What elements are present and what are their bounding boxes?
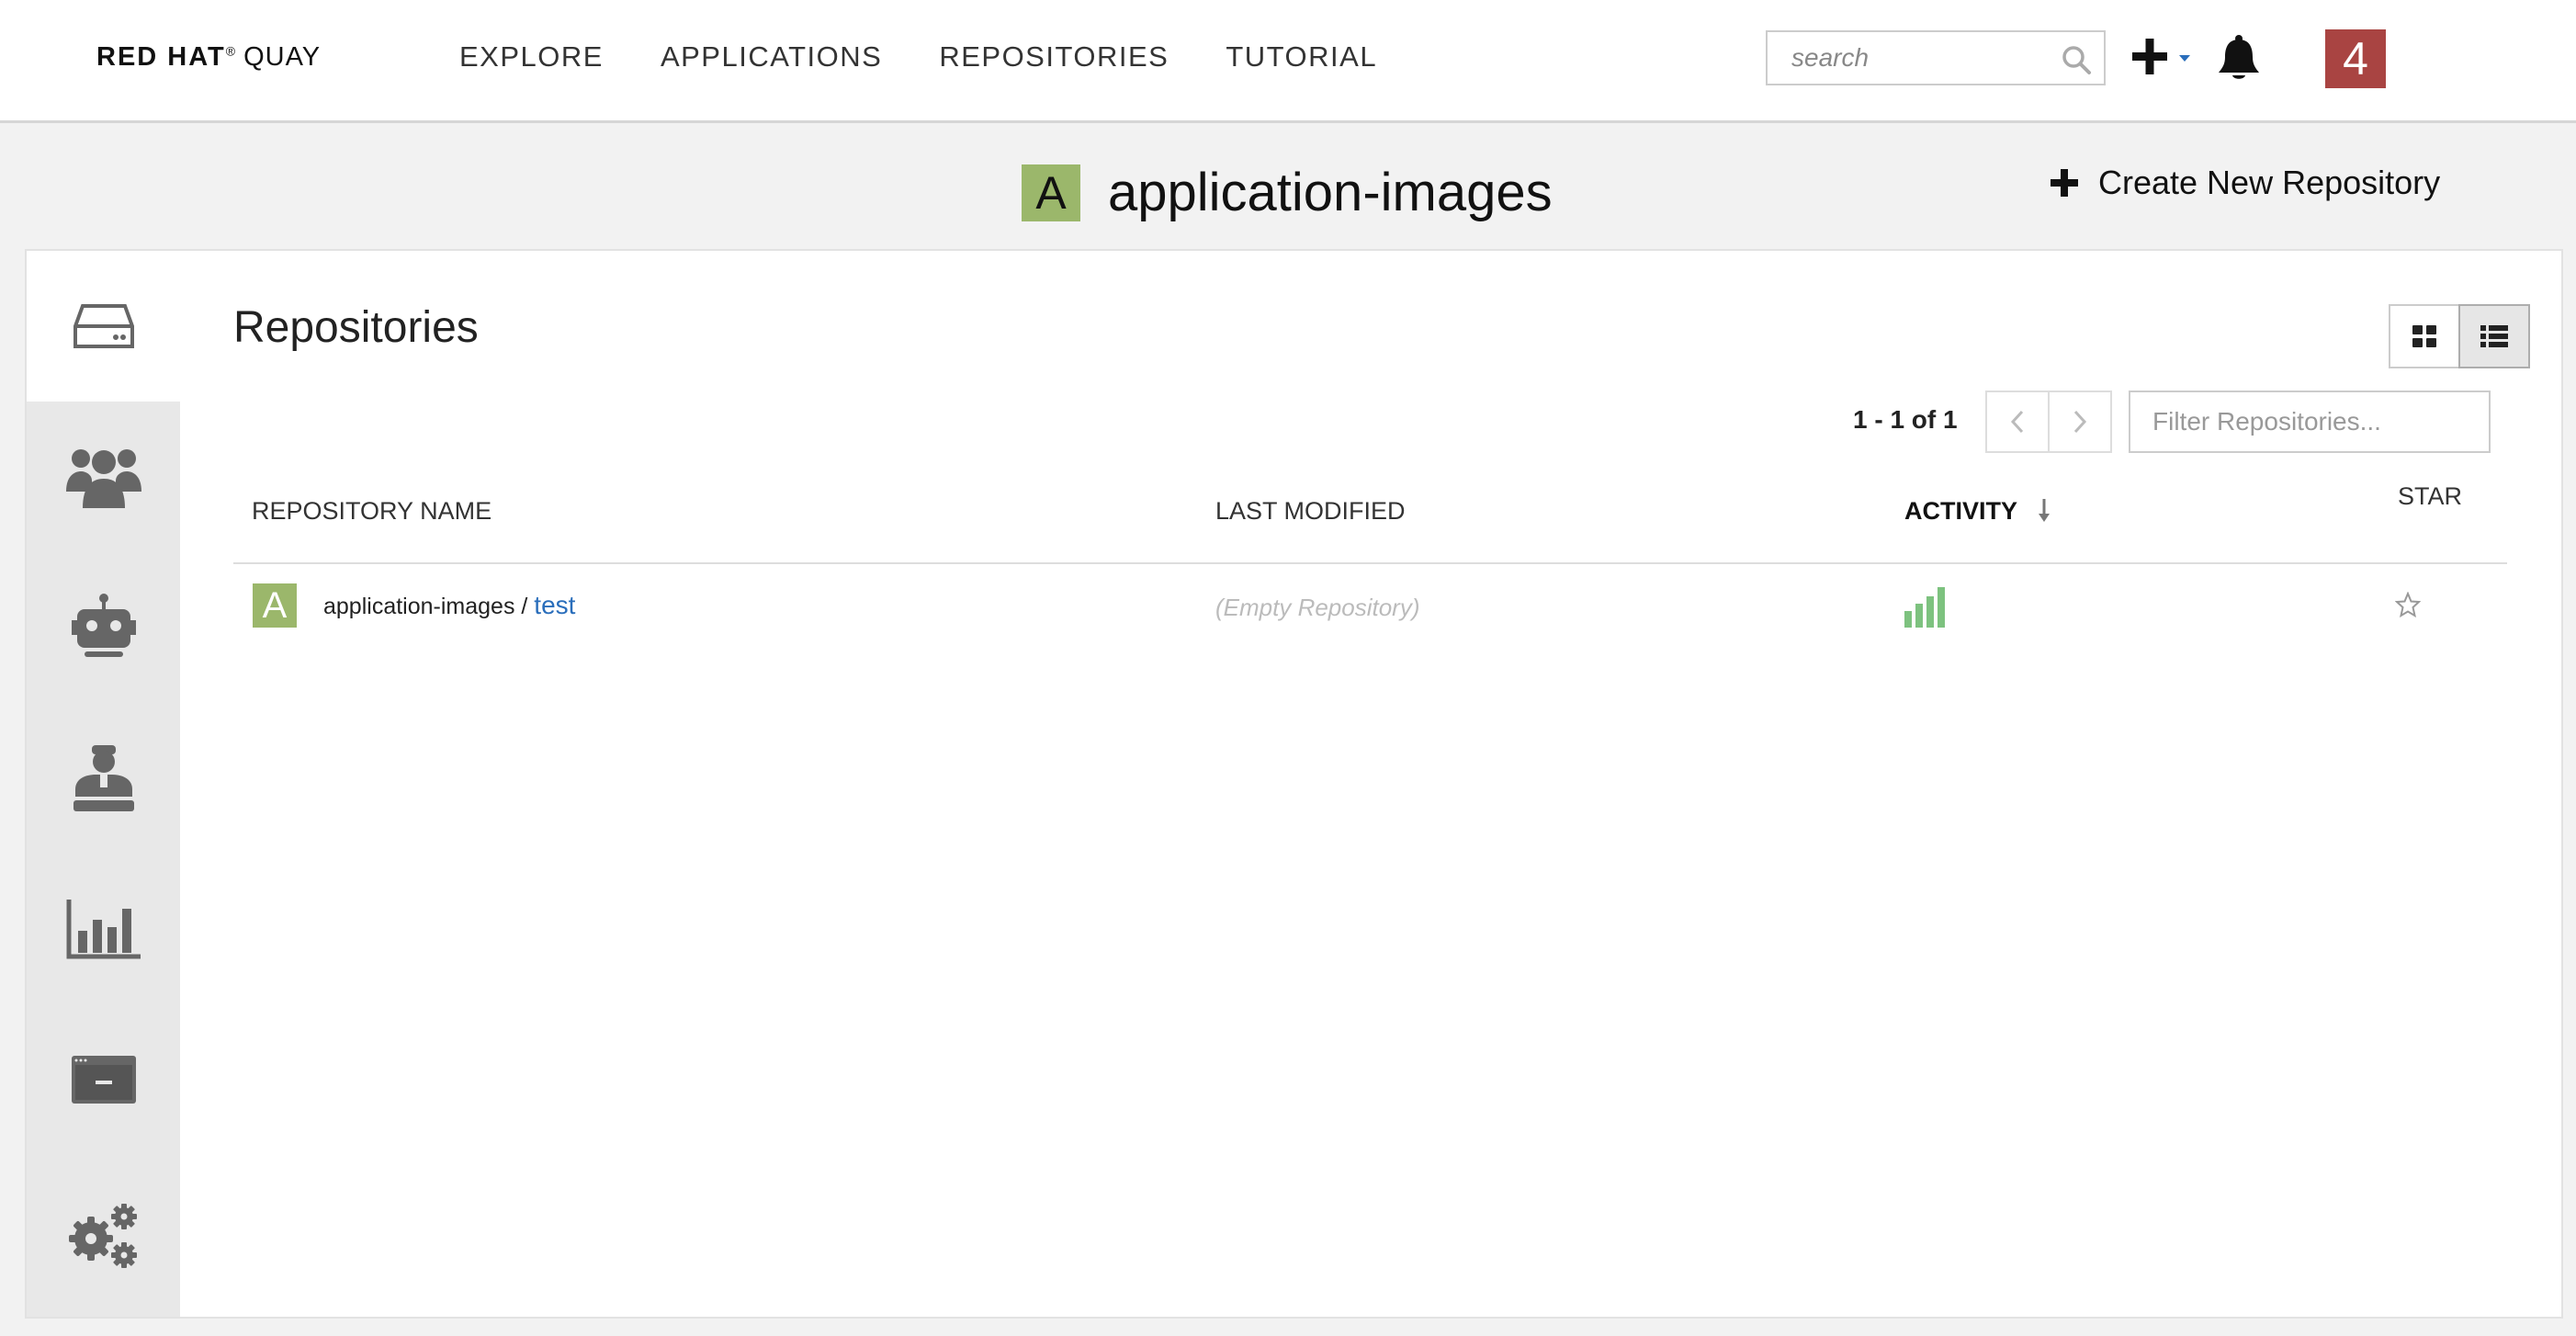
main-nav: EXPLORE APPLICATIONS REPOSITORIES TUTORI… [459, 40, 1377, 74]
create-new-repository-label: Create New Repository [2098, 164, 2441, 201]
filter-repositories [2129, 391, 2491, 453]
bar-chart-icon [66, 900, 141, 959]
plus-icon [2051, 169, 2078, 197]
repo-name: application-images / test [323, 591, 575, 620]
bell-icon [2219, 35, 2259, 79]
filter-repositories-input[interactable] [2130, 392, 2489, 451]
activity-level [1904, 585, 1949, 632]
repo-namespace-avatar: A [253, 583, 297, 628]
tab-default-permissions[interactable] [27, 703, 180, 854]
column-header-last-modified[interactable]: LAST MODIFIED [1215, 497, 1406, 526]
tab-robot-accounts[interactable] [27, 552, 180, 703]
star-toggle[interactable] [2394, 591, 2422, 622]
grid-icon [2412, 325, 2436, 347]
nav-tutorial[interactable]: TUTORIAL [1226, 40, 1377, 74]
next-page-button[interactable] [2048, 391, 2112, 453]
brand-reg-mark: ® [225, 43, 237, 59]
grid-view-button[interactable] [2389, 304, 2460, 368]
create-new-repository-button[interactable]: Create New Repository [2051, 164, 2440, 202]
pagination-summary: 1 - 1 of 1 [1853, 405, 1958, 434]
org-header: A application-images [1022, 162, 1553, 223]
column-header-activity-label: ACTIVITY [1904, 497, 2017, 525]
tab-teams[interactable] [27, 402, 180, 552]
gears-icon [68, 1204, 137, 1268]
tab-settings[interactable] [27, 1155, 180, 1317]
org-avatar: A [1022, 164, 1080, 221]
chevron-left-icon [2010, 410, 2024, 434]
search-input[interactable] [1768, 32, 2104, 84]
pagination [1985, 391, 2112, 453]
activity-bars-icon [1904, 587, 1945, 628]
org-panel: Repositories 1 - 1 of 1 Filter Repositor… [25, 249, 2563, 1319]
repo-namespace: application-images / [323, 594, 528, 619]
user-admin-icon [73, 745, 134, 811]
nav-repositories[interactable]: REPOSITORIES [939, 40, 1169, 74]
nav-explore[interactable]: EXPLORE [459, 40, 604, 74]
top-navbar: RED HAT® QUAY EXPLORE APPLICATIONS REPOSI… [0, 0, 2576, 123]
previous-page-button[interactable] [1985, 391, 2050, 453]
list-icon [2480, 325, 2508, 347]
repo-link[interactable]: test [534, 591, 575, 619]
brand-logo[interactable]: RED HAT® QUAY [96, 42, 321, 73]
nav-applications[interactable]: APPLICATIONS [661, 40, 882, 74]
column-header-repository-name[interactable]: REPOSITORY NAME [252, 497, 491, 526]
view-toggle [2389, 304, 2530, 368]
tab-repositories[interactable] [27, 251, 180, 402]
application-window-icon [71, 1056, 136, 1104]
repo-last-modified: (Empty Repository) [1215, 594, 1420, 621]
table-header-divider [233, 562, 2507, 564]
plus-icon [2132, 39, 2190, 74]
hard-drive-icon [73, 304, 134, 348]
search-icon[interactable] [2060, 43, 2093, 76]
list-view-button[interactable] [2458, 304, 2530, 368]
user-avatar[interactable]: 4 [2325, 29, 2386, 88]
notifications-button[interactable] [2216, 33, 2262, 83]
org-name: application-images [1108, 163, 1553, 222]
tab-usage-logs[interactable] [27, 854, 180, 1004]
column-header-star[interactable]: STAR [2398, 482, 2462, 511]
robot-icon [71, 594, 136, 657]
brand-red-hat: RED HAT [96, 42, 226, 72]
section-title: Repositories [233, 303, 479, 352]
create-menu-button[interactable] [2130, 33, 2201, 81]
chevron-right-icon [2073, 410, 2087, 434]
users-icon [65, 449, 141, 508]
caret-down-icon [2179, 55, 2190, 62]
sort-descending-icon [2039, 499, 2051, 522]
sidebar [27, 251, 180, 1317]
column-header-activity[interactable]: ACTIVITY [1904, 497, 2051, 526]
brand-product: QUAY [243, 42, 322, 72]
repositories-section: Repositories 1 - 1 of 1 Filter Repositor… [180, 251, 2561, 1317]
search-box [1766, 30, 2106, 85]
star-outline-icon [2394, 591, 2422, 618]
tab-applications[interactable] [27, 1004, 180, 1155]
